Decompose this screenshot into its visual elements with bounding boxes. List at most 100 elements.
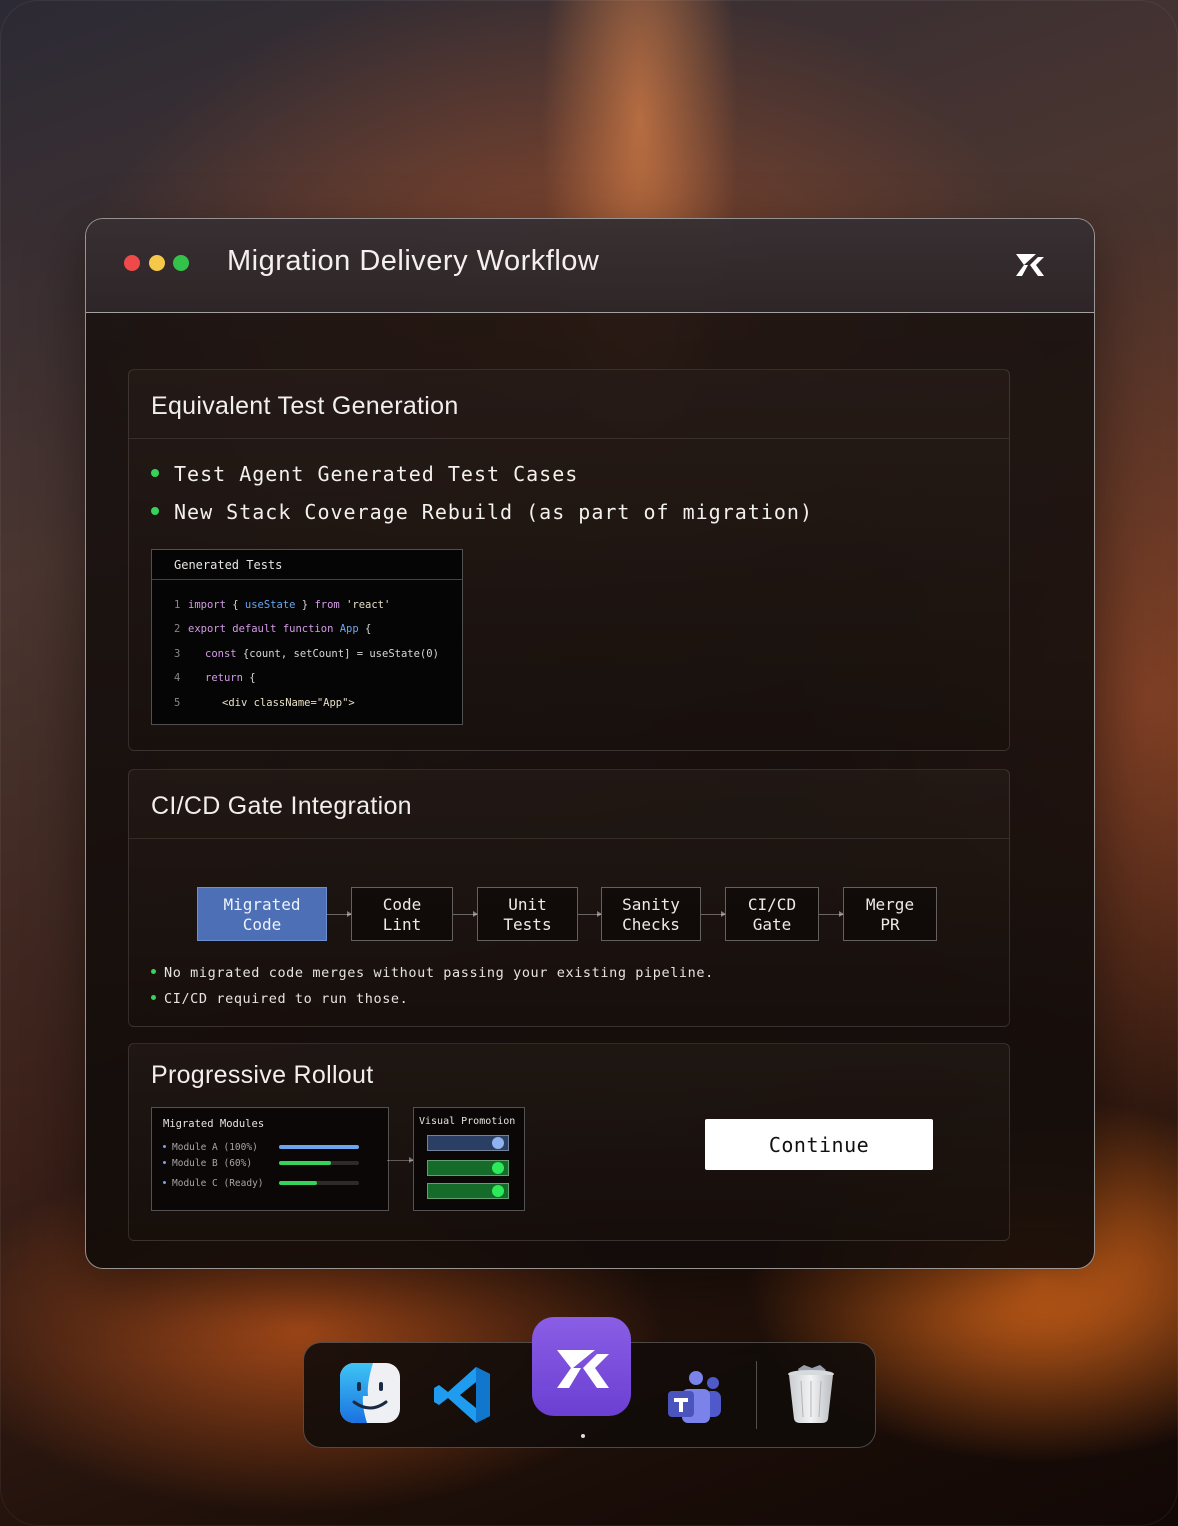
vscode-icon[interactable] <box>432 1365 494 1425</box>
module-label: Module C (Ready) <box>172 1178 264 1189</box>
promotion-toggle[interactable] <box>427 1160 509 1176</box>
stage-code-lint[interactable]: Code Lint <box>351 887 453 941</box>
title-bar: Migration Delivery Workflow <box>86 219 1094 313</box>
promotion-toggle[interactable] <box>427 1135 509 1151</box>
bullet-item: New Stack Coverage Rebuild (as part of m… <box>151 500 813 524</box>
code-token: import <box>188 599 226 611</box>
stage-label: Tests <box>503 915 552 934</box>
code-token: { <box>225 599 245 611</box>
bullet-icon <box>163 1145 166 1148</box>
pipeline-arrow <box>453 911 478 917</box>
code-token: { <box>358 623 372 635</box>
bullet-icon <box>163 1161 166 1164</box>
stage-migrated-code[interactable]: Migrated Code <box>197 887 327 941</box>
pipeline-arrow <box>701 911 726 917</box>
module-progress-fill <box>279 1145 359 1149</box>
visual-promotion-panel: Visual Promotion <box>413 1107 525 1211</box>
rollout-title: Progressive Rollout <box>151 1061 374 1089</box>
note-text: No migrated code merges without passing … <box>164 965 714 981</box>
test-generation-title: Equivalent Test Generation <box>151 392 459 420</box>
line-number: 5 <box>174 697 181 709</box>
card-header: Equivalent Test Generation <box>129 370 1009 439</box>
finder-icon[interactable] <box>339 1362 401 1424</box>
code-token: export default function <box>188 623 334 635</box>
module-row: Module B (60%) <box>163 1158 252 1169</box>
cicd-note: CI/CD required to run those. <box>151 991 408 1007</box>
stage-label: Checks <box>622 915 680 934</box>
stage-label: Gate <box>752 915 792 934</box>
toggle-knob <box>492 1185 504 1197</box>
toggle-knob <box>492 1162 504 1174</box>
pipeline-arrow <box>819 911 844 917</box>
dock <box>303 1317 876 1448</box>
module-label: Module A (100%) <box>172 1142 258 1153</box>
cicd-title: CI/CD Gate Integration <box>151 792 412 820</box>
green-bullet-icon <box>151 968 156 974</box>
stage-label: Migrated <box>223 895 301 914</box>
stage-unit-tests[interactable]: Unit Tests <box>477 887 578 941</box>
stage-label: Unit <box>508 895 547 914</box>
module-row: Module C (Ready) <box>163 1178 264 1189</box>
rollout-connector <box>387 1157 414 1163</box>
pipeline-arrow <box>327 911 352 917</box>
code-token: const <box>205 648 237 660</box>
code-token: 'react' <box>339 599 391 611</box>
card-header: CI/CD Gate Integration <box>129 770 1009 839</box>
teams-icon[interactable] <box>664 1369 724 1425</box>
code-line: 4 return { <box>174 672 256 684</box>
dock-divider <box>756 1361 757 1429</box>
line-number: 4 <box>174 672 181 684</box>
code-panel-title: Generated Tests <box>152 550 462 580</box>
module-progress-track <box>279 1181 359 1185</box>
test-generation-card: Equivalent Test Generation Test Agent Ge… <box>128 369 1010 751</box>
cicd-card: CI/CD Gate Integration Migrated Code Code… <box>128 769 1010 1027</box>
promotion-toggle[interactable] <box>427 1183 509 1199</box>
code-line: 3 const {count, setCount] = useState(0) <box>174 648 439 660</box>
code-line: 5 <div className="App"> <box>174 697 355 709</box>
stage-label: Code <box>382 895 422 914</box>
window-title: Migration Delivery Workflow <box>227 245 600 277</box>
stage-merge-pr[interactable]: Merge PR <box>843 887 937 941</box>
brand-logo-icon <box>1016 254 1044 276</box>
code-token: { <box>242 672 256 684</box>
code-token: return <box>205 672 243 684</box>
stage-label: CI/CD <box>747 895 797 914</box>
trash-icon[interactable] <box>786 1363 836 1425</box>
active-app-indicator <box>581 1434 585 1438</box>
workflow-window: Migration Delivery Workflow Equivalent T… <box>85 218 1095 1269</box>
pipeline-arrow <box>578 911 602 917</box>
stage-label: Code <box>242 915 282 934</box>
continue-button[interactable]: Continue <box>705 1119 933 1170</box>
code-token: <div className="App"> <box>222 697 355 709</box>
note-text: CI/CD required to run those. <box>164 991 409 1007</box>
cicd-note: No migrated code merges without passing … <box>151 965 714 981</box>
app-logo-icon[interactable] <box>531 1316 632 1417</box>
line-number: 1 <box>174 599 181 611</box>
close-window-button[interactable] <box>124 255 140 271</box>
minimize-window-button[interactable] <box>149 255 165 271</box>
rollout-card: Progressive Rollout Migrated Modules Mod… <box>128 1043 1010 1241</box>
green-bullet-icon <box>151 468 159 477</box>
stage-label: Merge <box>865 895 915 914</box>
code-line: 2 export default function App { <box>174 623 371 635</box>
module-progress-fill <box>279 1161 331 1165</box>
modules-panel-title: Migrated Modules <box>163 1118 265 1130</box>
green-bullet-icon <box>151 994 156 1000</box>
module-progress-fill <box>279 1181 318 1185</box>
stage-sanity-checks[interactable]: Sanity Checks <box>601 887 701 941</box>
code-token: useState <box>244 599 296 611</box>
stage-cicd-gate[interactable]: CI/CD Gate <box>725 887 819 941</box>
stage-label: Lint <box>382 915 422 934</box>
stage-label: Sanity <box>622 895 680 914</box>
bullet-text: Test Agent Generated Test Cases <box>174 462 579 486</box>
promotion-panel-title: Visual Promotion <box>419 1116 516 1127</box>
code-line: 1 import { useState } from 'react' <box>174 599 390 611</box>
green-bullet-icon <box>151 506 159 515</box>
module-label: Module B (60%) <box>172 1158 253 1169</box>
code-token: from <box>314 599 340 611</box>
code-token: } <box>295 599 315 611</box>
line-number: 3 <box>174 648 181 660</box>
toggle-knob <box>492 1137 504 1149</box>
maximize-window-button[interactable] <box>173 255 189 271</box>
stage-label: PR <box>880 915 900 934</box>
